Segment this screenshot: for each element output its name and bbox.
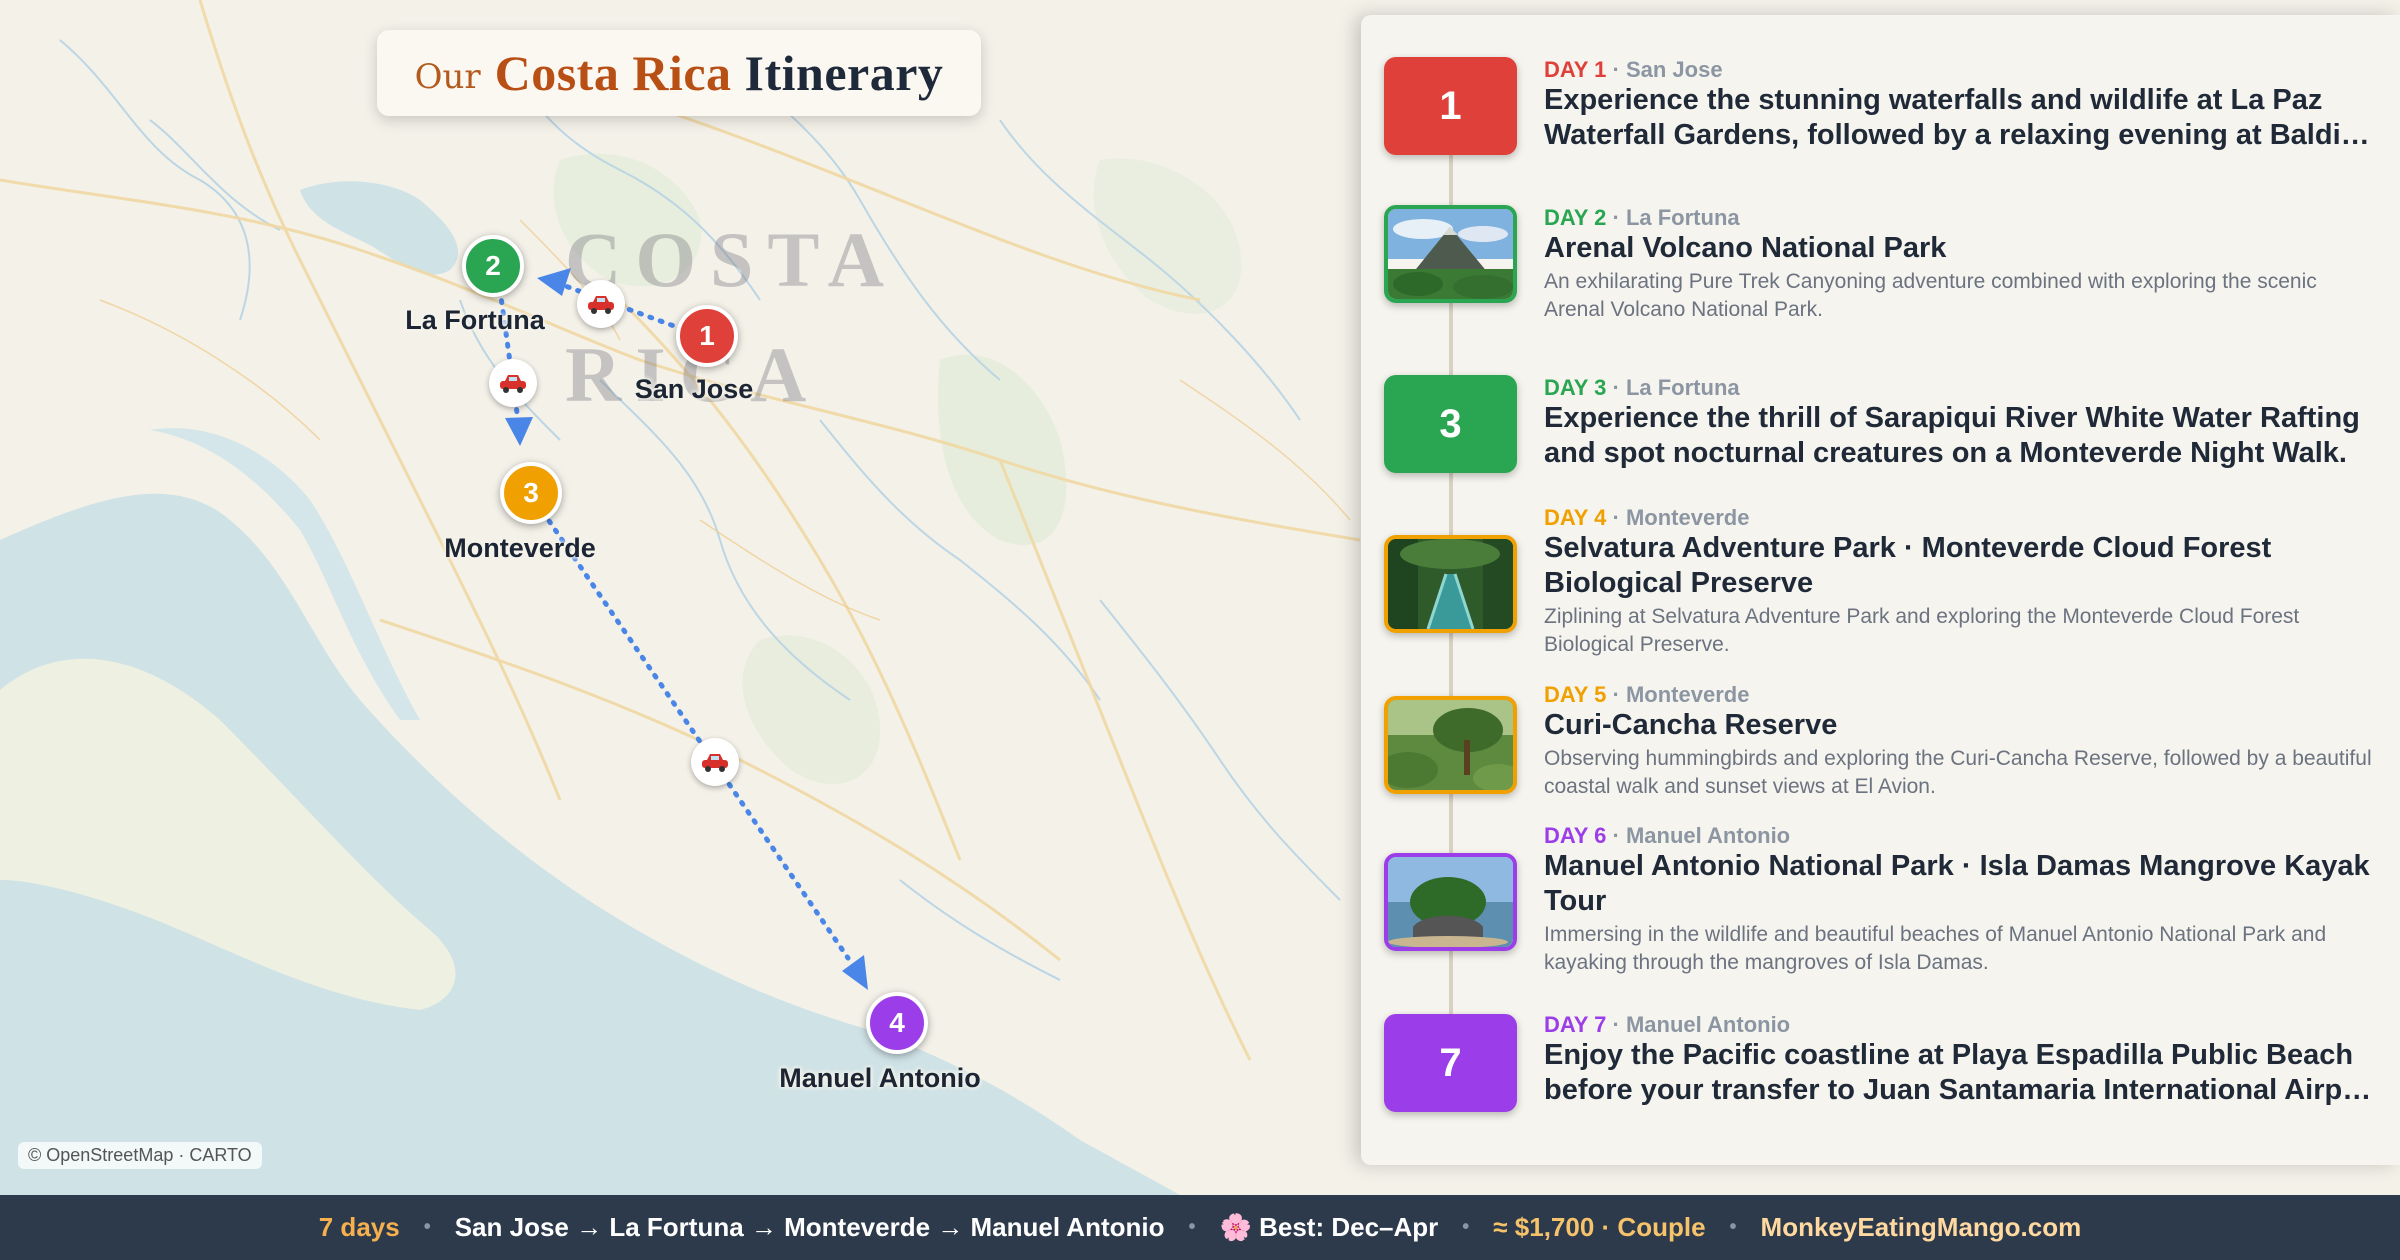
day-title: Manuel Antonio National Park · Isla Dama… <box>1544 850 2370 917</box>
map-title-card: Our Costa Rica Itinerary <box>377 30 981 116</box>
day-location: La Fortuna <box>1625 205 1740 230</box>
footer-site-link[interactable]: MonkeyEatingMango.com <box>1761 1212 2082 1243</box>
day-label: DAY 1 · San Jose <box>1544 57 1723 82</box>
footer-bar: 7 days • San Jose → La Fortuna → Monteve… <box>0 1195 2400 1260</box>
map-label-san-jose: San Jose <box>634 374 754 404</box>
day-badge: 1 <box>1384 57 1517 155</box>
itinerary-panel: 1 DAY 1 · San Jose Experience the stunni… <box>1361 15 2400 1165</box>
footer-separator: • <box>1729 1216 1737 1238</box>
day-location: Monteverde <box>1625 682 1750 707</box>
day-title: Arenal Volcano National Park <box>1544 232 1947 264</box>
day-description: An exhilarating Pure Trek Canyoning adve… <box>1544 270 2317 321</box>
day-label: DAY 2 · La Fortuna <box>1544 205 1740 230</box>
day-location: Manuel Antonio <box>1625 823 1791 848</box>
day-badge: 3 <box>1384 375 1517 473</box>
day-location: Manuel Antonio <box>1625 1012 1791 1037</box>
footer-duration: 7 days <box>318 1212 400 1242</box>
day-location: Monteverde <box>1625 505 1750 530</box>
day-label: DAY 7 · Manuel Antonio <box>1544 1012 1791 1037</box>
map-marker-3[interactable]: 3 <box>500 462 562 524</box>
volcano-photo <box>1384 205 1517 303</box>
map-attribution[interactable]: © OpenStreetMap · CARTO <box>18 1142 262 1169</box>
day-description: Immersing in the wildlife and beautiful … <box>1544 923 2327 974</box>
hanging-bridge-photo <box>1384 535 1517 633</box>
day-label: DAY 6 · Manuel Antonio <box>1544 823 1791 848</box>
map-title: Costa Rica Itinerary <box>495 44 944 102</box>
map-label-monteverde: Monteverde <box>444 533 596 563</box>
day-title: Experience the thrill of Sarapiqui River… <box>1544 402 2360 469</box>
island-beach-photo <box>1384 853 1517 951</box>
footer-budget: ≈ $1,700 · Couple <box>1493 1212 1706 1242</box>
day-badge: 7 <box>1384 1014 1517 1112</box>
day-label: DAY 4 · Monteverde <box>1544 505 1750 530</box>
day-description: Observing hummingbirds and exploring the… <box>1544 747 2372 798</box>
map-label-manuel-antonio: Manuel Antonio <box>779 1063 981 1093</box>
day-label: DAY 3 · La Fortuna <box>1544 375 1740 400</box>
map-marker-2[interactable]: 2 <box>462 235 524 297</box>
map-marker-1[interactable]: 1 <box>676 305 738 367</box>
title-prefix: Our <box>414 57 481 97</box>
footer-route: San Jose → La Fortuna → Monteverde → Man… <box>454 1212 1165 1242</box>
day-title: Curi-Cancha Reserve <box>1544 709 1838 741</box>
footer-separator: • <box>1188 1216 1196 1238</box>
car-icon <box>489 359 537 407</box>
car-icon <box>577 280 625 328</box>
day-label: DAY 5 · Monteverde <box>1544 682 1750 707</box>
car-icon <box>691 738 739 786</box>
day-location: San Jose <box>1625 57 1723 82</box>
footer-separator: • <box>423 1216 431 1238</box>
title-highlight: Costa Rica <box>494 45 732 101</box>
map-label-la-fortuna: La Fortuna <box>405 305 545 335</box>
footer-best-season: 🌸 Best: Dec–Apr <box>1219 1212 1439 1242</box>
day-title: Enjoy the Pacific coastline at Playa Esp… <box>1544 1039 2372 1106</box>
day-title: Selvatura Adventure Park · Monteverde Cl… <box>1544 532 2272 599</box>
day-description: Ziplining at Selvatura Adventure Park an… <box>1544 605 2300 656</box>
footer-separator: • <box>1462 1216 1470 1238</box>
day-title: Experience the stunning waterfalls and w… <box>1544 84 2370 151</box>
map-marker-4[interactable]: 4 <box>866 992 928 1054</box>
forest-tree-photo <box>1384 696 1517 794</box>
title-rest: Itinerary <box>744 45 944 101</box>
day-location: La Fortuna <box>1625 375 1740 400</box>
